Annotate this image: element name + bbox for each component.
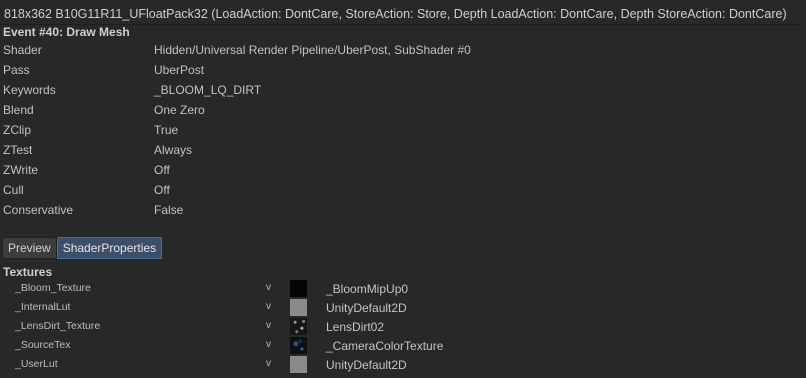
texture-value: _BloomMipUp0 [326,282,409,296]
texture-thumbnail[interactable] [290,318,307,335]
property-row-blend: Blend One Zero [0,100,806,120]
property-key: ZTest [3,143,33,157]
texture-value: UnityDefault2D [326,301,407,315]
property-row-cull: Cull Off [0,180,806,200]
property-row-keywords: Keywords _BLOOM_LQ_DIRT [0,80,806,100]
shader-stage-indicator: v [266,320,271,331]
texture-property-name: _InternalLut [15,301,71,313]
texture-thumbnail[interactable] [290,337,307,354]
shader-stage-indicator: v [266,301,271,312]
property-value: Hidden/Universal Render Pipeline/UberPos… [154,43,471,57]
frame-debugger-panel: 818x362 B10G11R11_UFloatPack32 (LoadActi… [0,0,806,378]
property-key: ZWrite [3,163,39,177]
property-key: Blend [3,103,34,117]
texture-property-name: _UserLut [15,358,58,370]
texture-value: _CameraColorTexture [326,339,444,353]
texture-row[interactable]: _Bloom_Texture v _BloomMipUp0 [0,279,806,298]
property-value: Off [154,183,170,197]
render-target-info: 818x362 B10G11R11_UFloatPack32 (LoadActi… [0,4,804,25]
property-row-pass: Pass UberPost [0,60,806,80]
texture-thumbnail[interactable] [290,280,307,297]
tab-preview[interactable]: Preview [2,237,57,259]
property-key: Shader [3,43,42,57]
property-key: Conservative [3,203,74,217]
texture-row[interactable]: _LensDirt_Texture v LensDirt02 [0,317,806,336]
event-title: Event #40: Draw Mesh [3,25,130,39]
property-row-shader: Shader Hidden/Universal Render Pipeline/… [0,40,806,60]
property-value: Always [154,143,193,157]
property-key: ZClip [3,123,32,137]
property-value: One Zero [154,103,205,117]
shader-stage-indicator: v [266,358,271,369]
property-row-zclip: ZClip True [0,120,806,140]
texture-value: LensDirt02 [326,320,385,334]
textures-list: _Bloom_Texture v _BloomMipUp0 _InternalL… [0,279,806,374]
property-row-zwrite: ZWrite Off [0,160,806,180]
texture-thumbnail[interactable] [290,356,307,373]
property-value: _BLOOM_LQ_DIRT [154,83,262,97]
texture-property-name: _LensDirt_Texture [15,320,101,332]
texture-thumbnail[interactable] [290,299,307,316]
texture-row[interactable]: _SourceTex v _CameraColorTexture [0,336,806,355]
property-key: Pass [3,63,30,77]
property-value: UberPost [154,63,205,77]
texture-row[interactable]: _UserLut v UnityDefault2D [0,355,806,374]
property-row-ztest: ZTest Always [0,140,806,160]
shader-stage-indicator: v [266,339,271,350]
tab-shader-properties[interactable]: ShaderProperties [56,237,163,259]
property-key: Cull [3,183,24,197]
texture-value: UnityDefault2D [326,358,407,372]
event-properties: Shader Hidden/Universal Render Pipeline/… [0,40,806,220]
property-value: Off [154,163,170,177]
property-value: False [154,203,184,217]
property-value: True [154,123,179,137]
textures-heading: Textures [3,265,53,279]
detail-tabs: Preview ShaderProperties [2,237,163,259]
texture-row[interactable]: _InternalLut v UnityDefault2D [0,298,806,317]
texture-property-name: _SourceTex [15,339,71,351]
property-key: Keywords [3,83,56,97]
property-row-conservative: Conservative False [0,200,806,220]
shader-stage-indicator: v [266,282,271,293]
texture-property-name: _Bloom_Texture [15,282,91,294]
